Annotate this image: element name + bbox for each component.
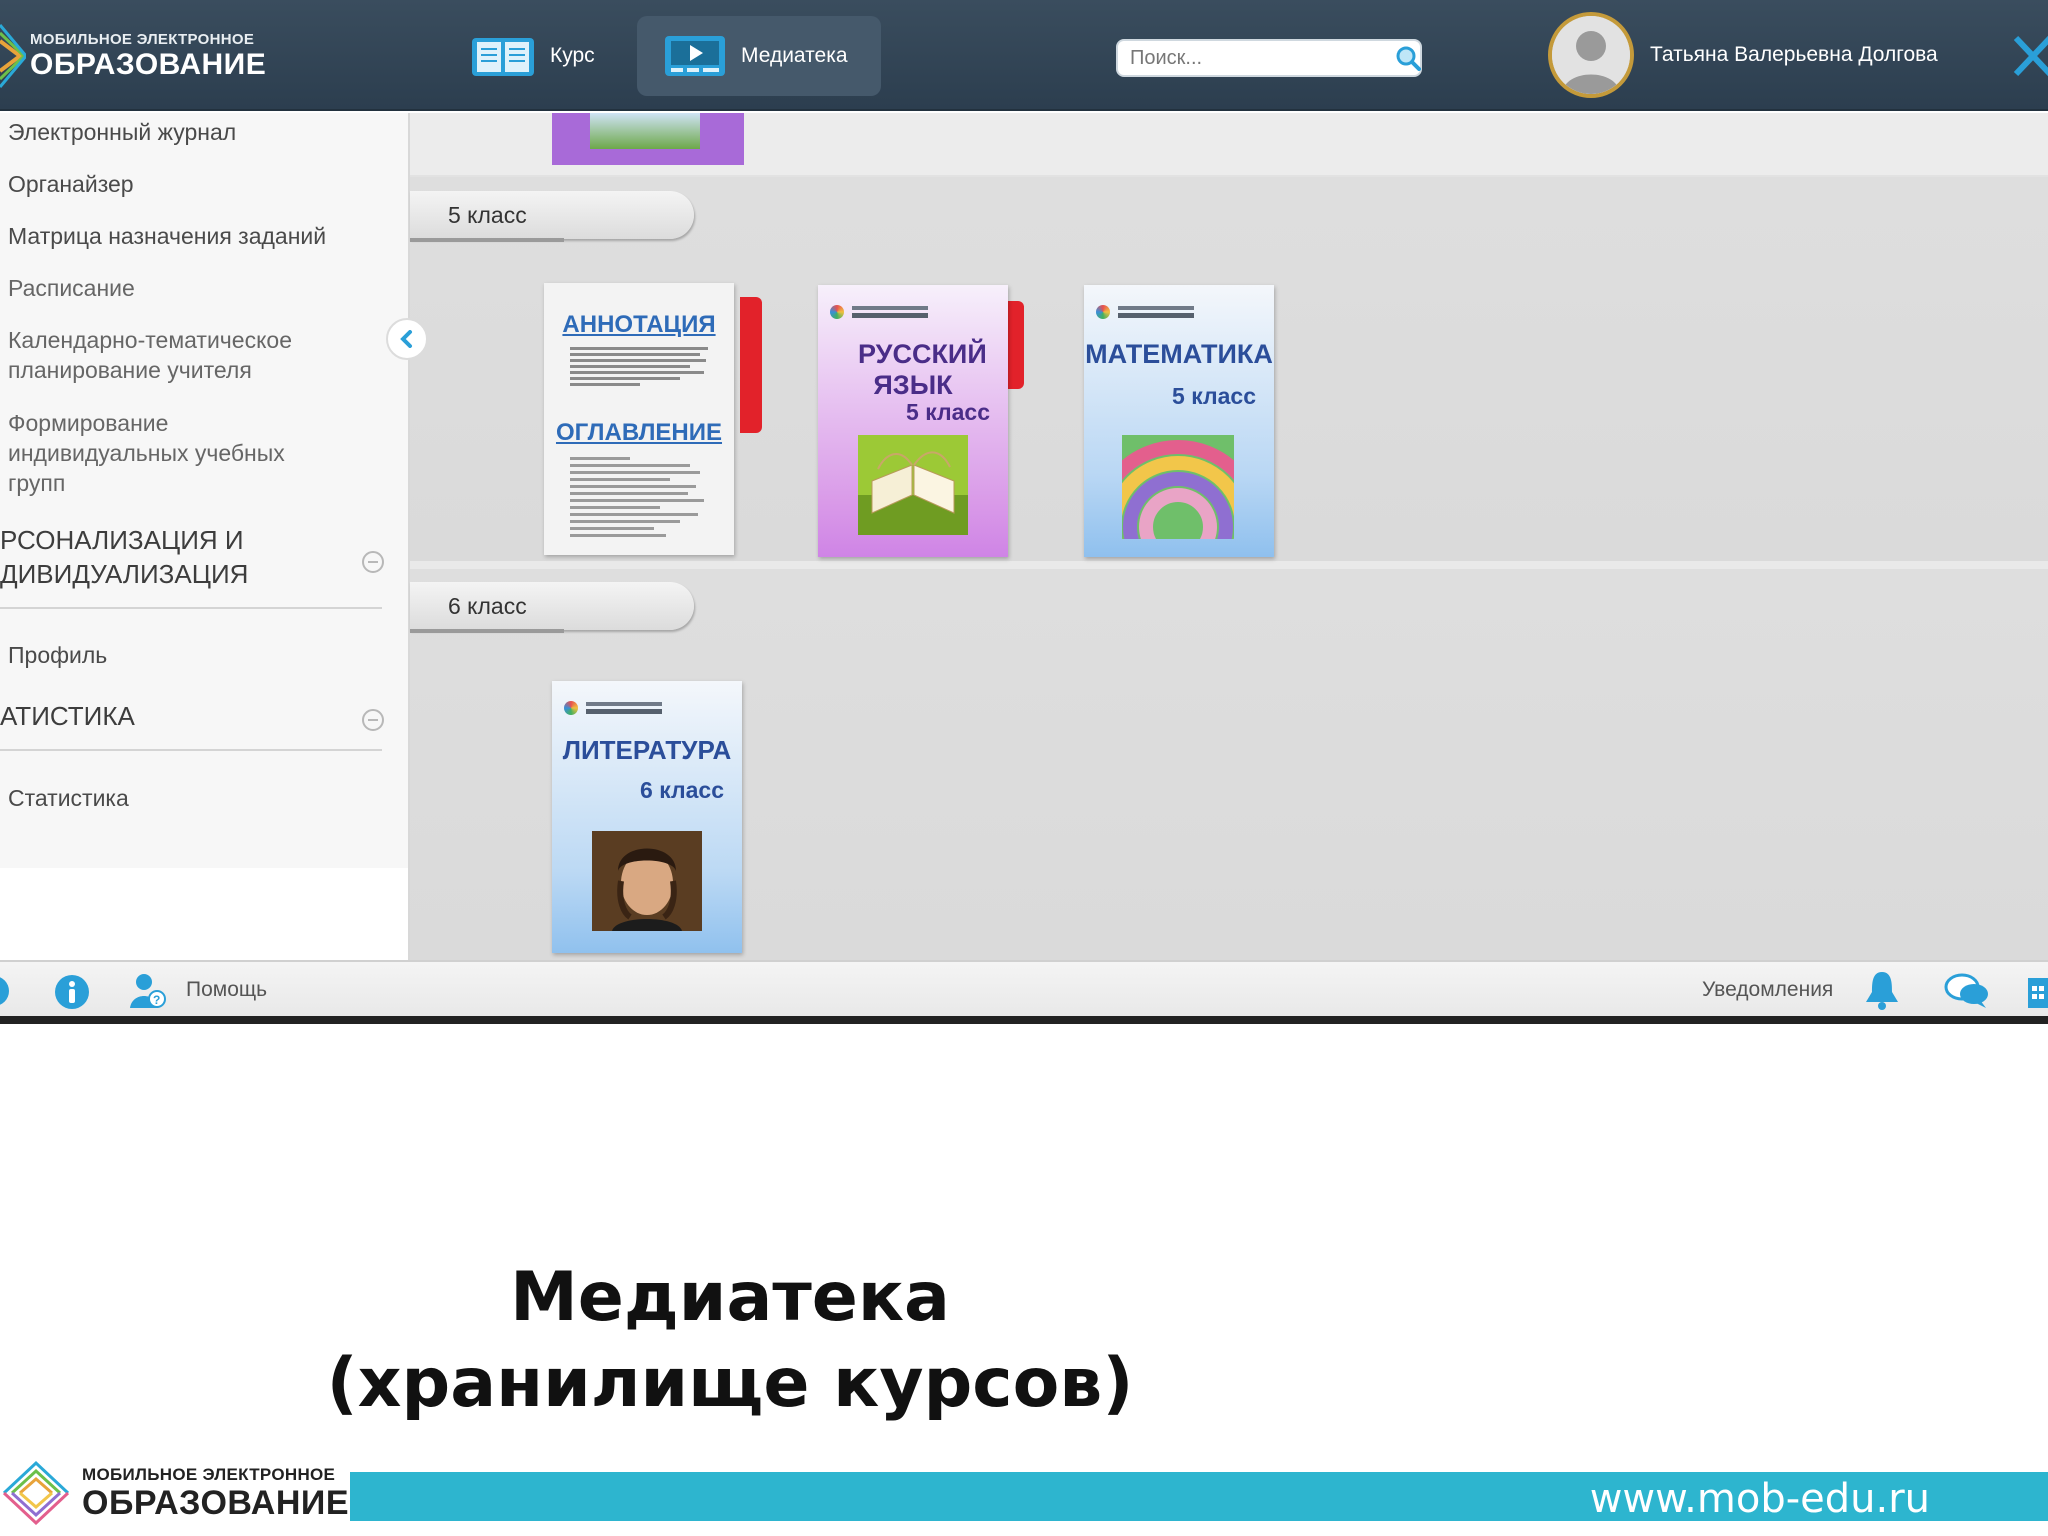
book-grade: 5 класс <box>1172 383 1256 409</box>
section-divider <box>0 607 382 609</box>
grade-label-text: 6 класс <box>448 592 527 619</box>
publisher-logo <box>830 305 928 319</box>
footer-logo-line1: МОБИЛЬНОЕ ЭЛЕКТРОННОЕ <box>82 1465 336 1484</box>
footer-url[interactable]: www.mob-edu.ru <box>1590 1476 1930 1522</box>
sidebar-item-calendar-planning[interactable]: Календарно-тематическое планирование учи… <box>8 325 338 385</box>
slide-title-line1: Медиатека <box>510 1258 950 1337</box>
book-russian-5[interactable]: РУССКИЙ ЯЗЫК 5 класс <box>818 285 1008 557</box>
logo-line2: ОБРАЗОВАНИЕ <box>30 48 267 81</box>
book-annotation[interactable]: АННОТАЦИЯ ОГЛАВЛЕНИЕ <box>544 283 734 555</box>
book-grade: 6 класс <box>640 777 724 803</box>
search-icon <box>1396 46 1421 71</box>
grade-label-6[interactable]: 6 класс <box>410 582 694 633</box>
chat-icon[interactable] <box>1944 972 1990 1010</box>
app-logo[interactable]: МОБИЛЬНОЕ ЭЛЕКТРОННОЕ ОБРАЗОВАНИЕ <box>0 18 266 94</box>
top-bar: МОБИЛЬНОЕ ЭЛЕКТРОННОЕ ОБРАЗОВАНИЕ Курс М… <box>0 0 2048 111</box>
info-icon[interactable] <box>54 974 90 1010</box>
grade-label-5[interactable]: 5 класс <box>410 191 694 242</box>
slide-title-line2: (хранилище курсов) <box>326 1344 1134 1423</box>
slide-title: Медиатека (хранилище курсов) <box>300 1255 1160 1427</box>
book-cover-partial[interactable] <box>552 113 744 165</box>
media-library: 5 класс АННОТАЦИЯ ОГЛАВЛЕНИЕ РУССКИЙ ЯЗЫ… <box>386 113 2048 961</box>
sidebar-item-groups[interactable]: Формирование индивидуальных учебных груп… <box>8 408 338 498</box>
grade-label-text: 5 класс <box>448 201 527 228</box>
tab-mediateka-label: Медиатека <box>741 44 848 67</box>
avatar[interactable] <box>1548 12 1634 98</box>
logo-mark-icon <box>0 24 26 88</box>
search-input[interactable] <box>1118 42 1395 74</box>
bookmark-tab <box>740 297 762 433</box>
collapse-sidebar-button[interactable] <box>386 318 428 360</box>
sidebar-item-statistics[interactable]: Статистика <box>8 783 129 813</box>
logo-line1: МОБИЛЬНОЕ ЭЛЕКТРОННОЕ <box>30 31 255 48</box>
text-lines-graphic <box>570 347 708 386</box>
footer-logo-line2: ОБРАЗОВАНИЕ <box>82 1484 350 1522</box>
sidebar-section-statistics[interactable]: АТИСТИКА <box>0 699 135 733</box>
book-grade: 5 класс <box>906 399 990 425</box>
svg-text:?: ? <box>153 993 160 1007</box>
tab-kurs-label: Курс <box>550 44 595 67</box>
tab-mediateka[interactable]: Медиатека <box>637 16 881 96</box>
book-math-5[interactable]: МАТЕМАТИКА 5 класс <box>1084 285 1274 557</box>
sidebar: Электронный журнал Органайзер Матрица на… <box>0 113 408 868</box>
bell-icon[interactable] <box>1864 970 1900 1010</box>
screen-bottom-edge <box>0 1016 2048 1024</box>
calendar-icon[interactable] <box>2026 972 2048 1012</box>
book-title: РУССКИЙ ЯЗЫК <box>858 339 987 400</box>
publisher-logo <box>564 701 662 715</box>
search-button[interactable] <box>1395 41 1421 75</box>
tab-kurs[interactable]: Курс <box>462 16 632 96</box>
previous-shelf <box>410 113 2048 175</box>
open-book-image <box>858 435 968 535</box>
collapse-section-icon[interactable] <box>362 551 384 573</box>
user-name: Татьяна Валерьевна Долгова <box>1650 43 1938 66</box>
logo-mark-icon <box>2 1460 70 1526</box>
chevron-left-icon <box>400 330 412 348</box>
sidebar-item-journal[interactable]: Электронный журнал <box>8 117 236 147</box>
collapse-section-icon[interactable] <box>362 709 384 731</box>
book-heading-annotation: АННОТАЦИЯ <box>562 311 716 338</box>
user-silhouette-icon <box>1552 16 1630 94</box>
help-label[interactable]: Помощь <box>186 978 267 1002</box>
number-wheel-image <box>1122 435 1234 539</box>
sidebar-item-schedule[interactable]: Расписание <box>8 273 135 303</box>
video-icon <box>665 36 725 76</box>
section-divider <box>0 749 382 751</box>
help-user-icon[interactable]: ? <box>130 972 166 1012</box>
book-title: ЛИТЕРАТУРА <box>562 735 732 765</box>
sidebar-empty-area <box>0 868 408 960</box>
publisher-logo <box>1096 305 1194 319</box>
footer-bar: www.mob-edu.ru <box>350 1472 2048 1522</box>
user-menu[interactable]: Татьяна Валерьевна Долгова <box>1548 12 1938 98</box>
sidebar-item-assignment-matrix[interactable]: Матрица назначения заданий <box>8 221 326 251</box>
footer-logo: МОБИЛЬНОЕ ЭЛЕКТРОННОЕ ОБРАЗОВАНИЕ <box>0 1455 349 1531</box>
book-icon <box>472 38 534 76</box>
book-literature-6[interactable]: ЛИТЕРАТУРА 6 класс <box>552 681 742 953</box>
notifications-label[interactable]: Уведомления <box>1702 978 1833 1002</box>
sidebar-item-organizer[interactable]: Органайзер <box>8 169 134 199</box>
partial-round-icon[interactable] <box>0 974 10 1008</box>
sidebar-item-profile[interactable]: Профиль <box>8 640 107 670</box>
book-title: МАТЕМАТИКА <box>1085 339 1273 369</box>
portrait-image <box>592 831 702 931</box>
book-heading-contents: ОГЛАВЛЕНИЕ <box>555 419 723 446</box>
sidebar-section-personalization[interactable]: РСОНАЛИЗАЦИЯ И ДИВИДУАЛИЗАЦИЯ <box>0 523 340 591</box>
text-lines-graphic <box>570 457 704 537</box>
search-box <box>1116 39 1422 77</box>
close-icon[interactable] <box>2010 28 2048 84</box>
